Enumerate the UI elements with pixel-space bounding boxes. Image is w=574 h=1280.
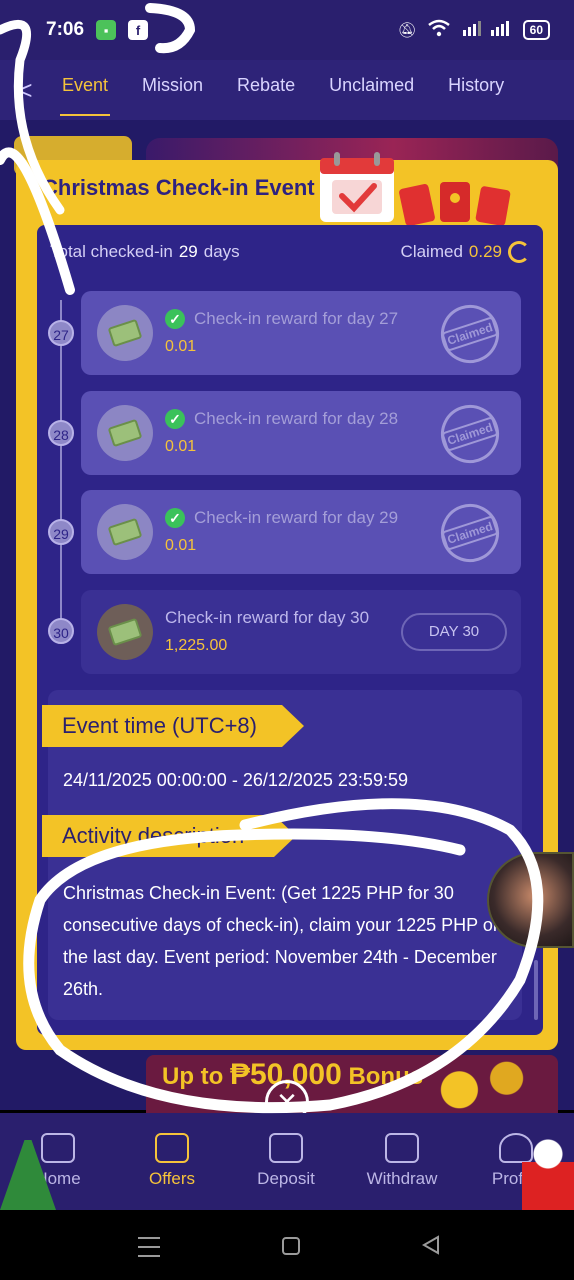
reward-label: Check-in reward for day 28 [194, 409, 399, 428]
nav-withdraw[interactable]: Withdraw [354, 1113, 450, 1210]
mute-icon: 🔕︎ [397, 22, 417, 39]
reward-amount: 1,225.00 [165, 637, 228, 654]
battery-indicator: 60 [522, 20, 550, 40]
tab-rebate[interactable]: Rebate [225, 60, 307, 120]
checkin-summary: Total checked-in 29 days Claimed 0.29 [50, 238, 530, 266]
reward-amount: 0.01 [165, 438, 197, 455]
cash-icon-circle [97, 604, 153, 660]
promo-prefix: Up to [162, 1063, 224, 1090]
claimed-stamp: Claimed [433, 297, 507, 371]
cash-icon [107, 318, 143, 348]
day-30-button[interactable]: DAY 30 [401, 613, 507, 651]
timeline-line [60, 300, 62, 640]
nav-label: Withdraw [366, 1169, 438, 1188]
cash-icon [107, 418, 143, 448]
claimed-stamp-label: Claimed [440, 316, 500, 352]
total-checked-in-label: Total checked-in [50, 242, 173, 261]
cash-icon [107, 617, 143, 647]
cash-icon-circle [97, 504, 153, 560]
nav-label: Deposit [257, 1169, 315, 1188]
claimed-value: 0.29 [468, 242, 502, 261]
messages-icon: ▪ [96, 20, 117, 40]
santa-decoration [522, 1130, 574, 1210]
event-time-value: 24/11/2025 00:00:00 - 26/12/2025 23:59:5… [63, 770, 408, 790]
tab-history[interactable]: History [436, 60, 516, 120]
withdraw-icon [385, 1133, 419, 1163]
status-time: 7:06 [46, 19, 85, 40]
reward-amount: 0.01 [165, 537, 197, 554]
wallet-icon [269, 1133, 303, 1163]
reward-card-day-30: Check-in reward for day 30 1,225.00 DAY … [81, 590, 521, 674]
tab-mission[interactable]: Mission [130, 60, 215, 120]
tab-bar: < Event Mission Rebate Unclaimed History [0, 60, 574, 120]
recents-button[interactable] [138, 1237, 160, 1257]
bottom-nav: Home Offers Deposit Withdraw Profile [0, 1113, 574, 1210]
reward-label: Check-in reward for day 27 [194, 309, 399, 328]
reward-card-day-28: ✓ Check-in reward for day 28 0.01 Claime… [81, 391, 521, 475]
day-marker: 30 [48, 618, 74, 644]
status-bar: 7:06 ▪ f 🔕︎ 60 [0, 0, 574, 60]
status-icons: 🔕︎ 60 [398, 19, 550, 41]
claimed-label: Claimed [400, 242, 463, 261]
nav-deposit[interactable]: Deposit [238, 1113, 334, 1210]
reward-card-day-29: ✓ Check-in reward for day 29 0.01 Claime… [81, 490, 521, 574]
check-icon: ✓ [165, 508, 185, 528]
claimed-stamp: Claimed [433, 397, 507, 471]
total-checked-in-value: 29 [178, 242, 198, 261]
coins-illustration [424, 1055, 542, 1113]
wifi-icon [427, 19, 451, 41]
home-icon [41, 1133, 75, 1163]
facebook-icon: f [128, 20, 149, 40]
cash-icon-circle [97, 405, 153, 461]
cash-icon-circle [97, 305, 153, 361]
home-button[interactable] [282, 1237, 300, 1255]
nav-offers[interactable]: Offers [124, 1113, 220, 1210]
tab-event[interactable]: Event [50, 60, 120, 120]
day-marker: 29 [48, 519, 74, 545]
back-system-button[interactable] [420, 1234, 442, 1256]
tab-unclaimed[interactable]: Unclaimed [317, 60, 426, 120]
activity-description-heading: Activity description [42, 815, 296, 857]
android-nav-bar [0, 1210, 574, 1280]
check-icon: ✓ [165, 309, 185, 329]
nav-label: Offers [149, 1169, 195, 1188]
total-checked-in-unit: days [203, 242, 240, 261]
check-icon: ✓ [165, 409, 185, 429]
claimed-stamp: Claimed [433, 496, 507, 570]
reward-label: Check-in reward for day 30 [165, 608, 370, 627]
signal-icon [461, 20, 513, 40]
refresh-icon[interactable] [508, 241, 530, 263]
reward-card-day-27: ✓ Check-in reward for day 27 0.01 Claime… [81, 291, 521, 375]
claimed-stamp-label: Claimed [440, 416, 500, 452]
back-button[interactable]: < [0, 75, 50, 106]
day-marker: 27 [48, 320, 74, 346]
reward-label: Check-in reward for day 29 [194, 508, 399, 527]
event-time-heading: Event time (UTC+8) [42, 705, 304, 747]
promo-suffix: Bonus [348, 1063, 424, 1090]
scrollbar[interactable] [534, 960, 538, 1020]
floating-avatar[interactable] [487, 852, 574, 948]
reward-amount: 0.01 [165, 338, 197, 355]
red-envelopes-illustration [399, 182, 511, 226]
gift-icon [155, 1133, 189, 1163]
cash-icon [107, 517, 143, 547]
claimed-stamp-label: Claimed [440, 515, 500, 551]
day-marker: 28 [48, 420, 74, 446]
activity-description-text: Christmas Check-in Event: (Get 1225 PHP … [63, 883, 503, 999]
modal-title: Christmas Check-in Event [42, 175, 315, 200]
